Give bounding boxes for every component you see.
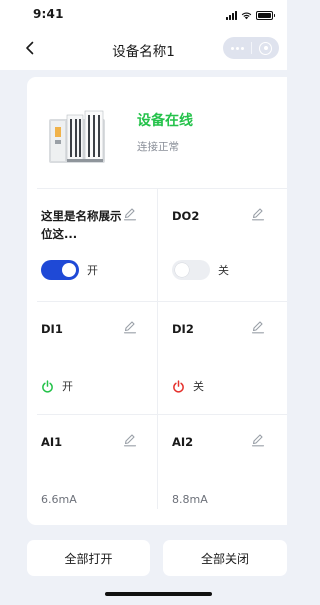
input-cell-di2: DI2 关	[158, 302, 278, 414]
input-state-label: 开	[62, 380, 73, 393]
input-cell-di1: DI1 开	[27, 302, 147, 414]
output-cell-do1: 这里是名称展示位这... 开	[27, 189, 147, 301]
edit-icon[interactable]	[251, 433, 265, 447]
power-on-icon	[42, 379, 53, 393]
home-indicator	[105, 592, 212, 596]
device-status: 设备在线	[137, 113, 193, 129]
device-card: 设备在线 连接正常 这里是名称展示位这... 开 DO2 关 DI1 开 DI2…	[27, 77, 287, 525]
output-name: DO2	[172, 209, 200, 223]
battery-icon	[256, 10, 275, 20]
output-cell-do2: DO2 关	[158, 189, 278, 301]
power-off-icon	[173, 379, 184, 393]
edit-icon[interactable]	[123, 320, 137, 334]
close-capsule-icon[interactable]	[252, 41, 279, 55]
nav-bar: 设备名称1	[0, 34, 287, 64]
all-off-button[interactable]: 全部关闭	[163, 540, 287, 576]
all-on-button[interactable]: 全部打开	[27, 540, 150, 576]
edit-icon[interactable]	[251, 320, 265, 334]
analog-value: 6.6mA	[41, 493, 77, 506]
output-name: 这里是名称展示位这...	[41, 209, 122, 241]
analog-name: AI1	[41, 435, 63, 449]
more-options-icon[interactable]	[223, 46, 251, 50]
status-bar: 9:41	[0, 0, 287, 30]
toggle-state-label: 开	[87, 264, 98, 277]
input-state-label: 关	[193, 380, 204, 393]
toggle-state-label: 关	[218, 264, 229, 277]
signal-icon	[226, 10, 237, 20]
analog-cell-ai1: AI1 6.6mA	[27, 415, 147, 527]
input-name: DI1	[41, 322, 63, 336]
status-time: 9:41	[33, 7, 64, 21]
input-name: DI2	[172, 322, 194, 336]
device-header: 设备在线 连接正常	[27, 77, 287, 189]
analog-cell-ai2: AI2 8.8mA	[158, 415, 278, 527]
edit-icon[interactable]	[123, 207, 137, 221]
output-toggle-switch[interactable]	[41, 260, 79, 280]
analog-value: 8.8mA	[172, 493, 208, 506]
device-image	[49, 110, 105, 163]
output-toggle-switch[interactable]	[172, 260, 210, 280]
status-icons	[226, 9, 275, 21]
mini-program-capsule	[223, 37, 279, 59]
wifi-icon	[241, 11, 252, 19]
analog-name: AI2	[172, 435, 194, 449]
connection-status: 连接正常	[137, 141, 179, 153]
edit-icon[interactable]	[123, 433, 137, 447]
edit-icon[interactable]	[251, 207, 265, 221]
